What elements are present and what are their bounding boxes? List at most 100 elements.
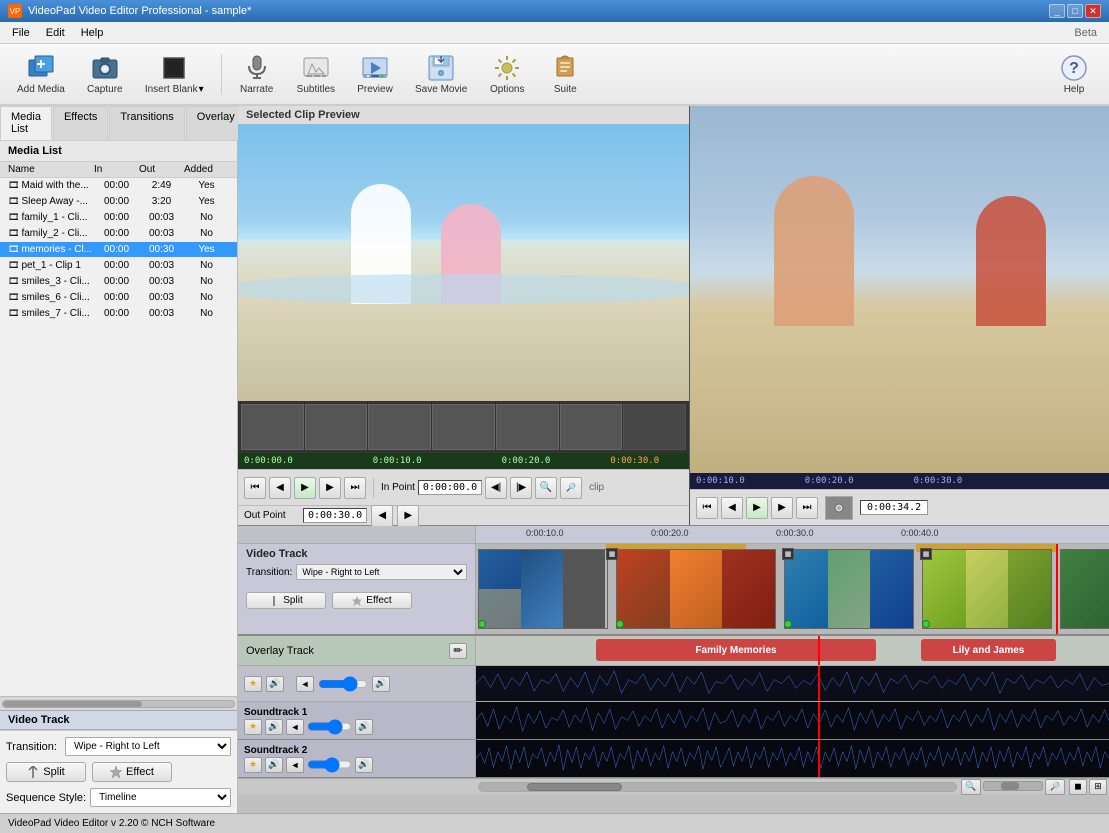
insert-blank-dropdown[interactable]: ▾ [199, 84, 204, 95]
media-item[interactable]: 🎞family_2 - Cli...00:0000:03No [0, 226, 237, 242]
overlay-clip-2[interactable]: Lily and James [921, 639, 1056, 661]
close-btn[interactable]: ✕ [1085, 4, 1101, 18]
st1-vol-icon[interactable]: 🔊 [355, 719, 373, 735]
audio-star-btn[interactable]: ★ [244, 676, 262, 692]
maximize-btn[interactable]: □ [1067, 4, 1083, 18]
ruler-mark: 0:00:10.0 [526, 528, 564, 538]
transition-select[interactable]: Wipe - Right to Left [65, 737, 231, 756]
effect-button[interactable]: Effect [92, 762, 172, 782]
zoom-slider-track[interactable] [983, 781, 1043, 791]
media-item[interactable]: 🎞smiles_7 - Cli...00:0000:03No [0, 306, 237, 322]
timeline-clip-2[interactable] [616, 549, 776, 629]
timeline-btn-1[interactable]: ◼ [1069, 779, 1087, 795]
minimize-btn[interactable]: _ [1049, 4, 1065, 18]
st2-prev-btn[interactable]: ◄ [286, 757, 304, 773]
timeline-clip-4[interactable] [922, 549, 1052, 629]
timeline-hscroll[interactable]: 🔍 🔎 ◼ ⊞ [238, 778, 1109, 794]
tab-overlay[interactable]: Overlay [186, 106, 246, 140]
timeline-effect-btn[interactable]: Effect [332, 592, 412, 609]
out-point-value[interactable]: 0:00:30.0 [303, 508, 367, 523]
set-in-btn[interactable]: ◀| [485, 477, 507, 499]
zoom-out-timeline-btn[interactable]: 🔍 [961, 779, 981, 795]
preview-icon [361, 54, 389, 82]
app-icon: VP [8, 4, 22, 18]
timeline-clip-3[interactable] [784, 549, 914, 629]
zoom-out-btn[interactable]: 🔎 [560, 477, 582, 499]
clip-next-btn[interactable]: ▶ [319, 477, 341, 499]
preview-button[interactable]: Preview [348, 47, 402, 101]
audio-vol-icon[interactable]: 🔊 [372, 676, 390, 692]
timeline-clip-1[interactable] [478, 549, 608, 629]
st1-star-btn[interactable]: ★ [244, 719, 262, 735]
timeline-clip-5[interactable] [1060, 549, 1109, 629]
prev-clip-btn[interactable]: ◀ [371, 505, 393, 527]
media-item[interactable]: 🎞smiles_3 - Cli...00:0000:03No [0, 274, 237, 290]
clip-filmstrip-icon: ▦ [606, 548, 618, 560]
help-label: Help [1064, 84, 1085, 95]
options-label: Options [490, 84, 524, 95]
split-button[interactable]: Split [6, 762, 86, 782]
media-item[interactable]: 🎞Maid with the...00:002:49Yes [0, 178, 237, 194]
clip-preview-controls: ⏮ ◀ ▶ ▶ ⏭ In Point 0:00:00.0 ◀| |▶ 🔍 🔎 c… [238, 469, 689, 505]
scrollbar-thumb[interactable] [527, 783, 622, 791]
seq-step-fwd-btn[interactable]: ⏭ [796, 497, 818, 519]
clip-prev-btn[interactable]: ◀ [269, 477, 291, 499]
timeline-scroll-track[interactable] [478, 782, 957, 792]
insert-blank-button[interactable]: Insert Blank ▾ [136, 47, 213, 101]
media-item[interactable]: 🎞Sleep Away -...00:003:20Yes [0, 194, 237, 210]
menu-bar: File Edit Help Beta [0, 22, 1109, 44]
audio-prev-btn[interactable]: ◄ [296, 676, 314, 692]
save-movie-button[interactable]: Save Movie [406, 47, 476, 101]
audio-mute-btn[interactable]: 🔊 [266, 676, 284, 692]
narrate-button[interactable]: Narrate [230, 47, 284, 101]
in-point-value[interactable]: 0:00:00.0 [418, 480, 482, 495]
clip-step-fwd-btn[interactable]: ⏭ [344, 477, 366, 499]
preview-row: Selected Clip Preview [238, 106, 1109, 526]
menu-edit[interactable]: Edit [38, 25, 73, 41]
zoom-in-timeline-btn[interactable]: 🔎 [1045, 779, 1065, 795]
overlay-clip-1[interactable]: Family Memories [596, 639, 876, 661]
scrollbar-track[interactable] [478, 782, 957, 792]
seq-prev-btn[interactable]: ◀ [721, 497, 743, 519]
capture-button[interactable]: Capture [78, 47, 132, 101]
tab-media-list[interactable]: Media List [0, 106, 52, 140]
clip-play-btn[interactable]: ▶ [294, 477, 316, 499]
st1-volume-slider[interactable] [307, 721, 352, 732]
subtitles-button[interactable]: Subtitles [288, 47, 344, 101]
overlay-edit-btn[interactable]: ✏ [449, 643, 467, 659]
next-clip-btn[interactable]: ▶ [397, 505, 419, 527]
media-list-scrollbar[interactable] [0, 696, 237, 710]
media-item[interactable]: 🎞smiles_6 - Cli...00:0000:03No [0, 290, 237, 306]
media-item[interactable]: 🎞family_1 - Cli...00:0000:03No [0, 210, 237, 226]
media-item-selected[interactable]: 🎞memories - Cl...00:0000:30Yes [0, 242, 237, 258]
clip-preview-header: Selected Clip Preview [238, 106, 689, 124]
seq-step-back-btn[interactable]: ⏮ [696, 497, 718, 519]
st2-mute-btn[interactable]: 🔊 [265, 757, 283, 773]
audio-volume-slider[interactable] [318, 678, 368, 690]
st1-prev-btn[interactable]: ◄ [286, 719, 304, 735]
menu-file[interactable]: File [4, 25, 38, 41]
overlay-track-row: Overlay Track ✏ Family Memories Lily and… [238, 636, 1109, 666]
suite-button[interactable]: Suite [538, 47, 592, 101]
st1-mute-btn[interactable]: 🔊 [265, 719, 283, 735]
st2-volume-slider[interactable] [307, 759, 352, 770]
timeline-btn-2[interactable]: ⊞ [1089, 779, 1107, 795]
timeline-split-btn[interactable]: Split [246, 592, 326, 609]
tab-transitions[interactable]: Transitions [109, 106, 184, 140]
clip-step-back-btn[interactable]: ⏮ [244, 477, 266, 499]
set-out-btn[interactable]: |▶ [510, 477, 532, 499]
timeline-transition-select[interactable]: Wipe - Right to Left [296, 564, 467, 580]
st2-vol-icon[interactable]: 🔊 [355, 757, 373, 773]
sequence-style-select[interactable]: Timeline [90, 788, 231, 807]
add-media-button[interactable]: Add Media [8, 47, 74, 101]
tab-effects[interactable]: Effects [53, 106, 108, 140]
menu-help[interactable]: Help [73, 25, 112, 41]
help-button[interactable]: ? Help [1047, 47, 1101, 101]
zoom-in-btn[interactable]: 🔍 [535, 477, 557, 499]
seq-next-btn[interactable]: ▶ [771, 497, 793, 519]
screenshot-btn[interactable] [825, 496, 853, 520]
seq-play-btn[interactable]: ▶ [746, 497, 768, 519]
st2-star-btn[interactable]: ★ [244, 757, 262, 773]
media-item[interactable]: 🎞pet_1 - Clip 100:0000:03No [0, 258, 237, 274]
options-button[interactable]: Options [480, 47, 534, 101]
